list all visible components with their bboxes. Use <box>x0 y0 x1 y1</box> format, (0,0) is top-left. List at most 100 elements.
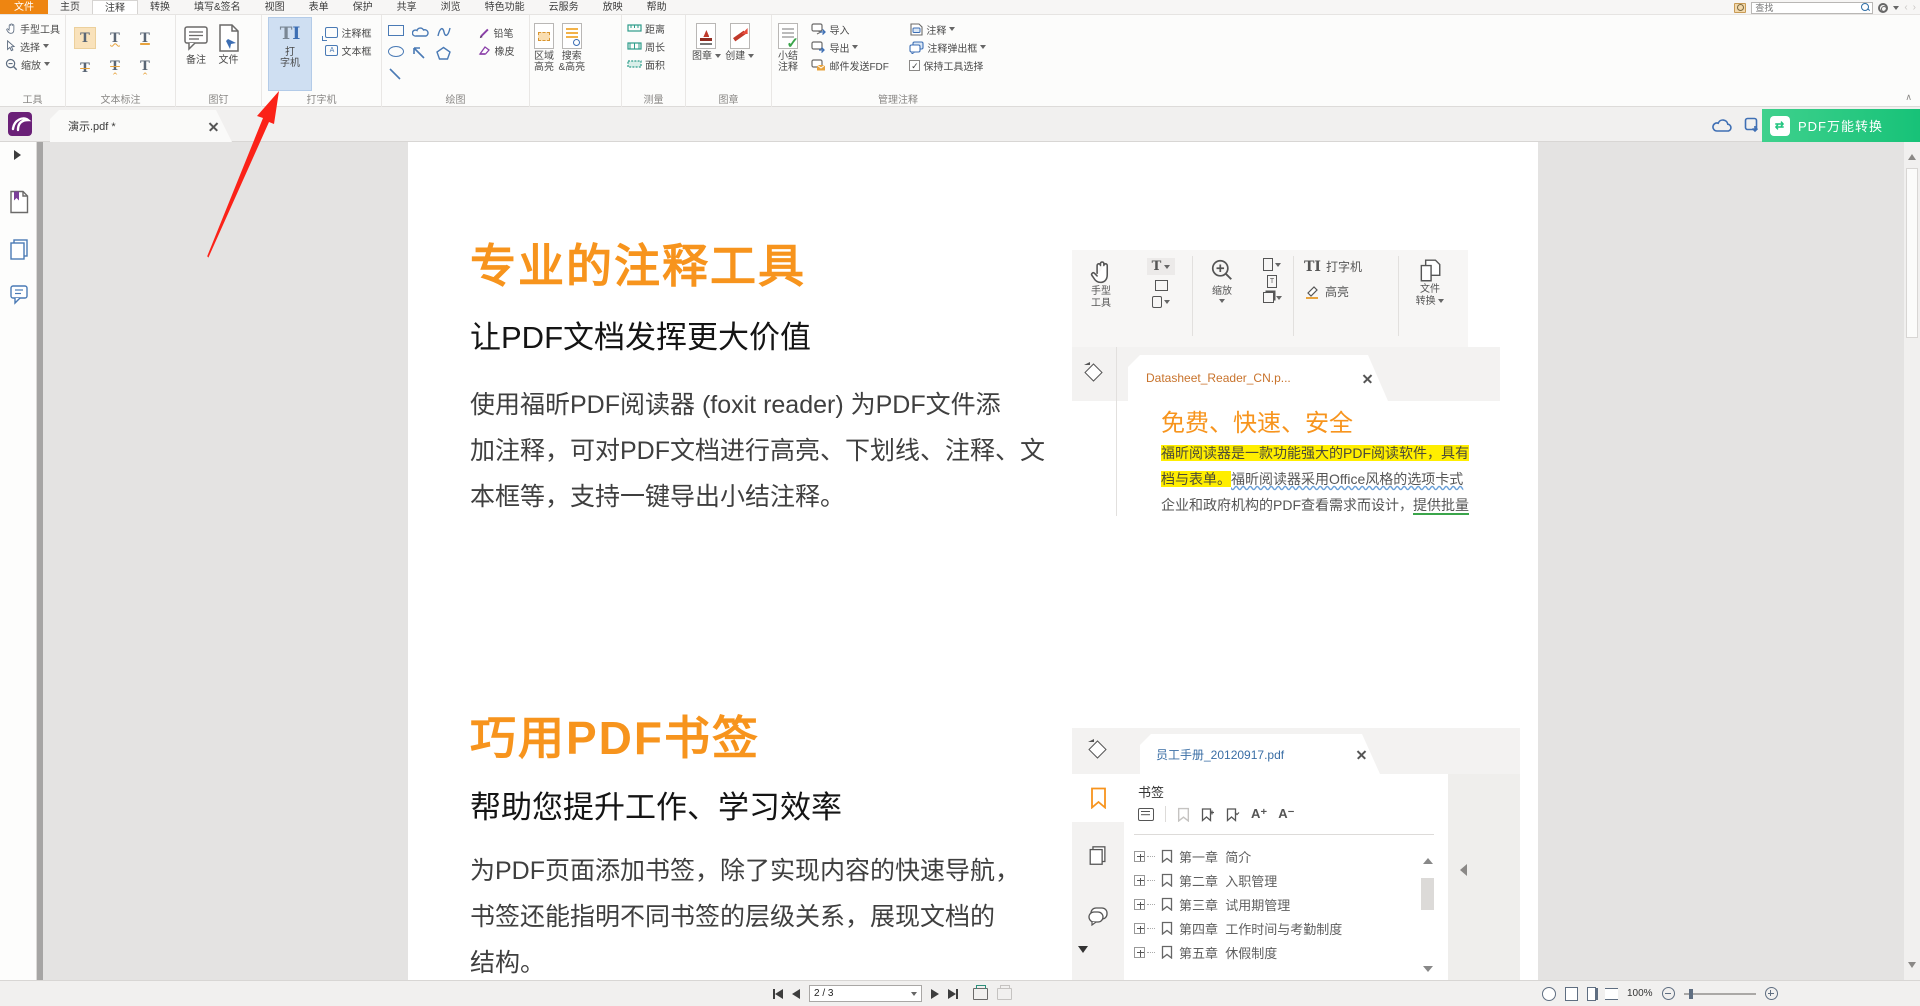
zoom-tool-button[interactable]: 缩放 <box>0 55 65 73</box>
search-highlight-button[interactable]: 搜索 &高亮 <box>558 18 585 73</box>
menu-item-slideshow[interactable]: 放映 <box>591 0 635 14</box>
polygon-tool[interactable] <box>436 46 460 60</box>
zoom-out-button[interactable] <box>1662 987 1675 1000</box>
select-tool-button[interactable]: 选择 <box>0 37 65 55</box>
gear-dropdown-icon[interactable] <box>1893 6 1899 10</box>
keep-tool-selected-checkbox[interactable]: ✓ 保持工具选择 <box>904 56 991 74</box>
scroll-up-icon[interactable] <box>1908 154 1916 160</box>
export-comments-button[interactable]: 导出 <box>806 38 893 56</box>
next-view-icon[interactable] <box>997 988 1012 1000</box>
stamp-dropdown-icon[interactable] <box>715 54 721 58</box>
textbox-button[interactable]: A 文本框 <box>320 41 376 59</box>
nav-forward-icon[interactable]: › <box>1913 0 1916 15</box>
facing-pages-icon[interactable] <box>1587 987 1596 1001</box>
pencil-tool[interactable]: 铅笔 <box>472 23 519 41</box>
menu-item-home[interactable]: 主页 <box>48 0 92 14</box>
summarize-comments-button[interactable]: ✓ 小结 注释 <box>778 18 798 73</box>
import-comments-button[interactable]: 导入 <box>806 20 893 38</box>
zoom-dropdown-icon[interactable] <box>44 62 50 66</box>
sidebar-bookmarks-icon[interactable] <box>9 190 29 214</box>
gear-icon[interactable] <box>1878 3 1888 13</box>
page-number-input[interactable]: 2 / 3 <box>809 985 922 1002</box>
menu-item-convert[interactable]: 转换 <box>138 0 182 14</box>
menu-item-form[interactable]: 表单 <box>297 0 341 14</box>
last-page-button[interactable] <box>948 989 958 999</box>
insert-text-button[interactable]: T^ <box>134 57 156 79</box>
callout-button[interactable]: 注释框 <box>320 23 376 41</box>
comment-popup-button[interactable]: 注释弹出框 <box>904 38 991 56</box>
vertical-scrollbar[interactable] <box>1904 142 1920 980</box>
stamp-button[interactable]: 图章 <box>692 18 721 62</box>
collapse-ribbon-icon[interactable]: ∧ <box>1905 92 1912 103</box>
find-history-icon[interactable] <box>1734 3 1746 13</box>
menu-item-fill-sign[interactable]: 填写&签名 <box>182 0 253 14</box>
area-highlight-button[interactable]: 区域 高亮 <box>534 18 554 73</box>
scroll-thumb[interactable] <box>1906 168 1918 338</box>
email-fdf-button[interactable]: 邮件发送FDF <box>806 56 893 74</box>
export-dropdown-icon[interactable] <box>852 45 858 49</box>
menu-item-browse[interactable]: 浏览 <box>429 0 473 14</box>
first-page-button[interactable] <box>773 989 783 999</box>
comment-popup-dropdown-icon[interactable] <box>980 45 986 49</box>
summarize-comments-icon: ✓ <box>778 23 798 49</box>
create-dropdown-icon[interactable] <box>748 54 754 58</box>
next-page-button[interactable] <box>931 989 939 999</box>
continuous-scroll-icon[interactable] <box>1605 988 1618 1000</box>
menu-item-features[interactable]: 特色功能 <box>473 0 537 14</box>
save-to-cloud-icon[interactable] <box>1744 117 1760 134</box>
single-page-icon[interactable] <box>1565 987 1578 1001</box>
comments-dropdown-icon[interactable] <box>949 27 955 31</box>
foxit-logo[interactable] <box>8 112 32 136</box>
oval-tool[interactable] <box>388 44 412 62</box>
menu-item-view[interactable]: 视图 <box>253 0 297 14</box>
expand-panel-icon[interactable] <box>14 150 21 160</box>
search-icon[interactable] <box>1861 3 1870 12</box>
menu-item-comment[interactable]: 注释 <box>92 0 138 14</box>
hand-tool-button[interactable]: 手型工具 <box>0 19 65 37</box>
squiggly-underline-button[interactable]: T <box>104 27 126 49</box>
cloud-tool[interactable] <box>412 26 436 38</box>
note-button[interactable]: 备注 <box>182 18 210 66</box>
file-attachment-button[interactable]: 文件 <box>214 18 242 66</box>
sidebar-comments-icon[interactable] <box>9 284 30 306</box>
zoom-slider[interactable] <box>1684 993 1756 995</box>
arrow-tool[interactable] <box>412 46 436 60</box>
eraser-tool[interactable]: 橡皮 <box>472 41 519 59</box>
highlight-text-button[interactable]: T <box>74 27 96 49</box>
pdf-body-line: 加注释，可对PDF文档进行高亮、下划线、注释、文 <box>470 428 1045 474</box>
create-stamp-button[interactable]: 创建 <box>725 18 754 62</box>
typewriter-button[interactable]: TI 打 字机 <box>268 17 312 91</box>
underline-text-button[interactable]: T <box>134 27 156 49</box>
previous-view-icon[interactable] <box>973 988 988 1000</box>
cloud-icon[interactable] <box>1712 118 1734 133</box>
scroll-down-icon[interactable] <box>1908 962 1916 968</box>
embedded-bookmarks-panel: 书签 A⁺ A⁻ 第一章 简介 <box>1124 774 1448 980</box>
menu-item-file[interactable]: 文件 <box>0 0 48 14</box>
previous-page-button[interactable] <box>792 989 800 999</box>
menu-item-help[interactable]: 帮助 <box>635 0 679 14</box>
comments-button[interactable]: 注释 <box>904 20 991 38</box>
zoom-slider-knob[interactable] <box>1689 989 1693 999</box>
scribble-tool[interactable] <box>436 25 460 39</box>
nav-back-icon[interactable]: ‹ <box>1904 0 1907 15</box>
measure-distance-button[interactable]: 距离 <box>622 19 685 37</box>
bookmark-icon <box>1161 945 1173 959</box>
measure-perimeter-button[interactable]: 周长 <box>622 37 685 55</box>
zoom-in-button[interactable] <box>1765 987 1778 1000</box>
hand-mode-icon[interactable] <box>1542 987 1556 1001</box>
pdf-convert-button[interactable]: ⇄ PDF万能转换 <box>1762 109 1920 142</box>
strikeout-text-button[interactable]: T <box>74 57 96 79</box>
rectangle-tool[interactable] <box>388 23 412 41</box>
sidebar-pages-icon[interactable] <box>9 238 30 262</box>
replace-text-button[interactable]: T^ <box>104 57 126 79</box>
menu-item-share[interactable]: 共享 <box>385 0 429 14</box>
line-tool[interactable] <box>388 67 412 81</box>
find-input[interactable] <box>1752 3 1861 13</box>
select-dropdown-icon[interactable] <box>43 44 49 48</box>
page-dropdown-icon[interactable] <box>911 992 917 996</box>
menu-item-cloud[interactable]: 云服务 <box>537 0 591 14</box>
close-tab-icon[interactable] <box>209 122 218 131</box>
menu-item-protect[interactable]: 保护 <box>341 0 385 14</box>
measure-area-button[interactable]: 面积 <box>622 55 685 73</box>
document-tab[interactable]: 演示.pdf * <box>50 110 232 142</box>
